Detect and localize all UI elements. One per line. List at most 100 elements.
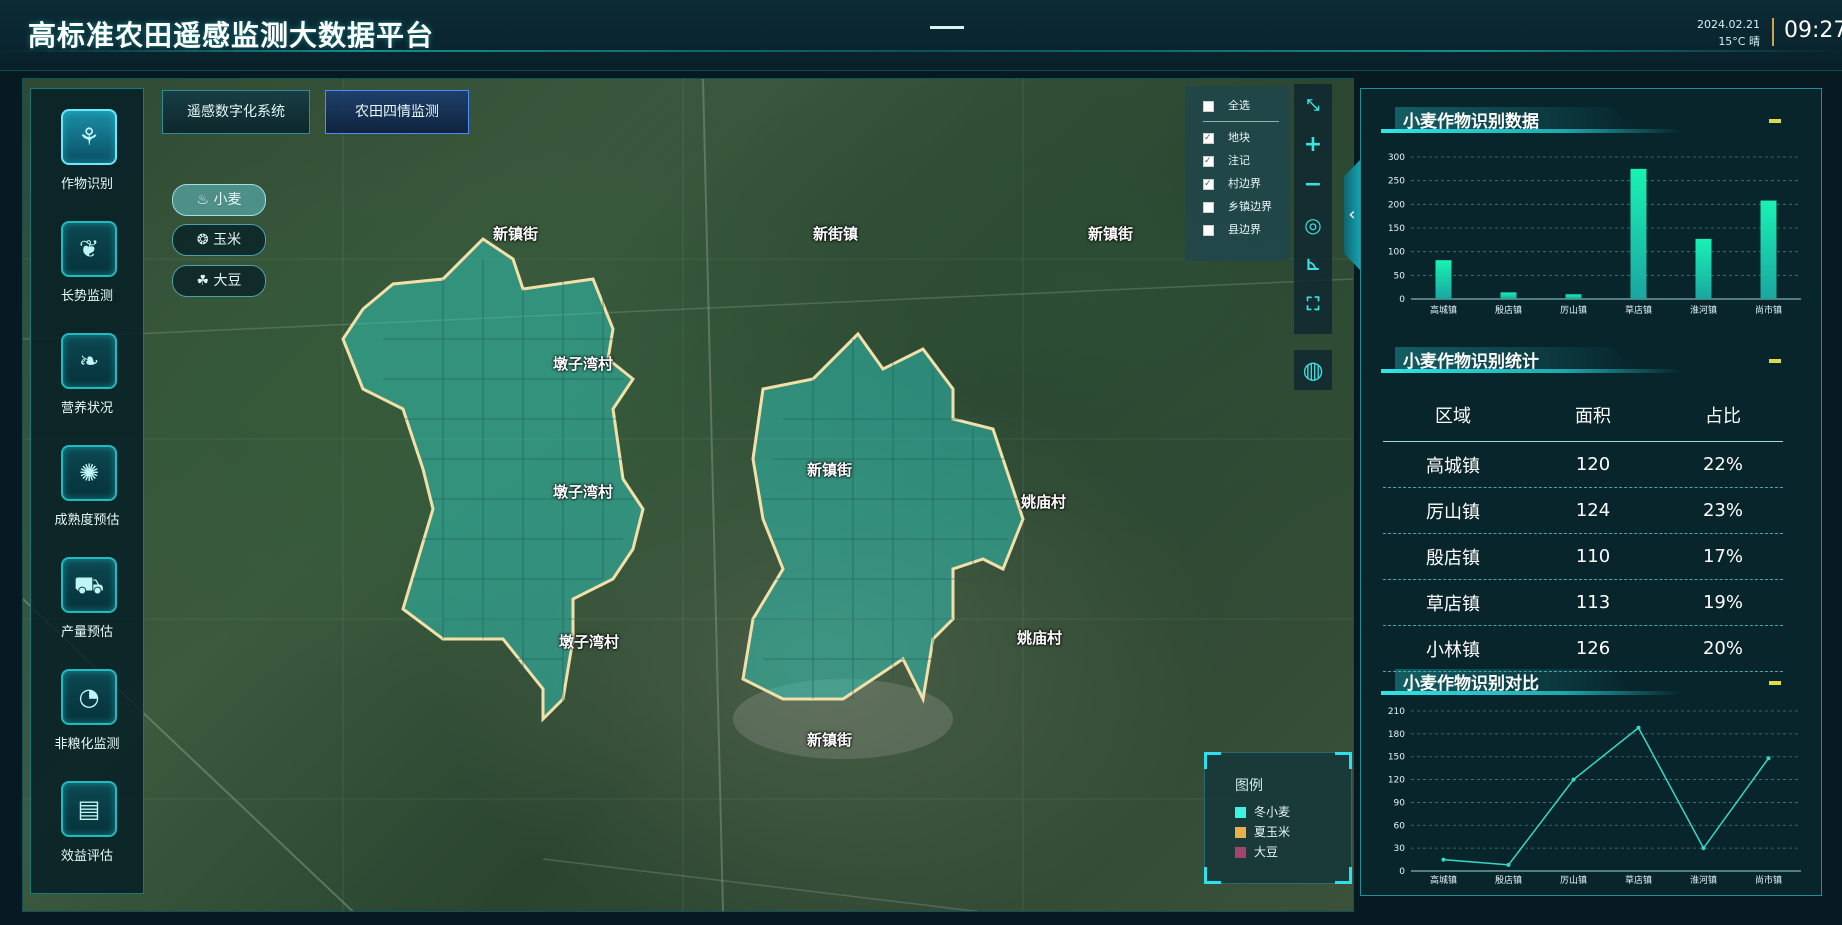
y-tick-label: 90 [1394, 798, 1406, 808]
x-tick-label: 高城镇 [1430, 304, 1457, 316]
map-legend: 图例 冬小麦 夏玉米 大豆 [1204, 752, 1352, 884]
x-tick-label: 厉山镇 [1560, 304, 1587, 316]
area-icon[interactable]: ⛶ [1294, 288, 1332, 322]
table-header-cell: 面积 [1575, 406, 1611, 427]
map-label: 新镇街 [1088, 225, 1134, 243]
crop-pill-corn[interactable]: ❂ 玉米 [172, 224, 266, 256]
map-label: 墩子湾村 [553, 483, 614, 501]
panel-title: 小麦作物识别对比 [1403, 674, 1539, 694]
table-cell: 113 [1575, 592, 1611, 613]
crop-pill-wheat[interactable]: ♨ 小麦 [172, 184, 266, 216]
layer-label: 乡镇边界 [1228, 200, 1272, 213]
locate-icon[interactable]: ◎ [1294, 208, 1332, 242]
nav-label: 作物识别 [60, 177, 113, 192]
map-toolbar: ⤡ + − ◎ ⊾ ⛶ [1294, 84, 1332, 334]
checkbox[interactable] [1203, 130, 1214, 146]
map-label: 新镇街 [807, 731, 853, 749]
x-tick-label: 殷店镇 [1495, 304, 1522, 316]
map-label: 姚庙村 [1021, 493, 1067, 511]
region-yaomiao [741, 331, 1025, 704]
map-label: 墩子湾村 [559, 633, 620, 651]
nav-label: 效益评估 [60, 849, 113, 864]
checkbox[interactable] [1203, 176, 1214, 192]
bar [1435, 260, 1452, 299]
nav-item-yield[interactable]: ⛟ 产量预估 [31, 537, 143, 647]
bar-chart: 0 50 100 150 200 250 300 高城镇 殷店镇 厉山镇 草店镇 淮河镇 尚市镇 [1388, 153, 1801, 316]
line-chart: 0 30 60 90 120 150 180 210 高城镇 殷店镇 厉山镇 草店镇 淮河镇 尚市镇 [1388, 707, 1801, 886]
nav-item-crop-recognition[interactable]: ⚘ 作物识别 [31, 89, 143, 199]
tab-rs-digitization[interactable]: 遥感数字化系统 [162, 90, 310, 134]
wheat-icon: ⚘ [61, 109, 117, 165]
table-row: 殷店镇 110 17% [1383, 534, 1783, 580]
y-tick-label: 150 [1388, 753, 1405, 763]
y-tick-label: 0 [1399, 867, 1405, 877]
bar [1500, 292, 1517, 299]
checkbox[interactable] [1203, 153, 1214, 169]
crop-pill-label: 小麦 [213, 192, 242, 208]
checkbox[interactable] [1203, 224, 1214, 236]
zoom-out-icon[interactable]: − [1294, 168, 1332, 202]
nav-item-maturity[interactable]: ✺ 成熟度预估 [31, 425, 143, 535]
table-cell: 23% [1702, 500, 1743, 521]
collapse-icon[interactable]: ⤡ [1294, 88, 1332, 122]
zoom-in-icon[interactable]: + [1294, 128, 1332, 162]
layer-row-village[interactable]: 村边界 [1203, 176, 1261, 192]
map-label: 墩子湾村 [553, 355, 614, 373]
x-tick-label: 殷店镇 [1495, 874, 1522, 886]
y-tick-label: 210 [1388, 707, 1405, 717]
x-tick-label: 高城镇 [1430, 874, 1457, 886]
layer-row-notes[interactable]: 注记 [1203, 153, 1250, 169]
layer-row-county[interactable]: 县边界 [1203, 222, 1261, 238]
y-tick-label: 0 [1399, 295, 1405, 305]
nav-label: 非粮化监测 [54, 737, 120, 752]
app-title: 高标准农田遥感监测大数据平台 [28, 19, 435, 52]
corn-icon: ❂ [196, 232, 209, 248]
table-cell: 厉山镇 [1426, 501, 1480, 523]
legend-swatch [1235, 807, 1246, 818]
table-header-cell: 区域 [1435, 406, 1471, 427]
data-point [1441, 857, 1446, 862]
panel-header: 小麦作物识别数据 [1381, 105, 1781, 139]
x-tick-label: 尚市镇 [1755, 304, 1782, 316]
nav-item-benefit[interactable]: ▤ 效益评估 [31, 761, 143, 871]
header-center-mark [930, 26, 964, 29]
y-tick-label: 300 [1388, 153, 1405, 163]
nav-label: 产量预估 [60, 625, 113, 640]
nav-label: 成熟度预估 [54, 513, 120, 528]
header-flag [1769, 119, 1781, 123]
layer-row-all[interactable]: 全选 [1203, 98, 1250, 114]
map-label: 姚庙村 [1017, 629, 1063, 647]
left-nav: ⚘ 作物识别 ❦ 长势监测 ❧ 营养状况 ✺ 成熟度预估 ⛟ 产量预估 ◔ 非粮… [30, 88, 144, 894]
globe-icon[interactable]: ◍ [1294, 350, 1332, 390]
panel-header: 小麦作物识别对比 [1381, 667, 1781, 701]
y-tick-label: 60 [1394, 821, 1406, 831]
sprout-icon: ❦ [61, 221, 117, 277]
table-header-cell: 占比 [1705, 406, 1741, 427]
table-cell: 17% [1702, 546, 1743, 567]
date-text: 2024.02.21 [1697, 18, 1760, 31]
y-tick-label: 100 [1388, 248, 1405, 258]
legend-title: 图例 [1235, 778, 1263, 794]
y-tick-label: 180 [1388, 730, 1405, 740]
table-cell: 120 [1575, 454, 1611, 475]
clock-separator [1772, 18, 1774, 46]
nav-item-nutrition[interactable]: ❧ 营养状况 [31, 313, 143, 423]
nav-item-growth[interactable]: ❦ 长势监测 [31, 201, 143, 311]
layer-row-township[interactable]: 乡镇边界 [1203, 199, 1272, 215]
bar [1630, 168, 1647, 299]
measure-icon[interactable]: ⊾ [1294, 248, 1332, 282]
x-tick-label: 草店镇 [1625, 874, 1652, 886]
checkbox[interactable] [1203, 201, 1214, 213]
tab-farmland-monitoring[interactable]: 农田四情监测 [325, 90, 469, 134]
cart-icon: ⛟ [61, 557, 117, 613]
crop-pill-soybean[interactable]: ☘ 大豆 [172, 265, 266, 297]
layer-label: 地块 [1228, 131, 1250, 144]
y-tick-label: 30 [1394, 844, 1406, 854]
layer-row-plots[interactable]: 地块 [1203, 130, 1250, 146]
legend-item: 大豆 [1235, 843, 1278, 860]
y-tick-label: 120 [1388, 776, 1405, 786]
nav-item-non-grain[interactable]: ◔ 非粮化监测 [31, 649, 143, 759]
header-bar: 高标准农田遥感监测大数据平台 2024.02.21 15°C 晴 09:27:5… [0, 0, 1842, 71]
checkbox[interactable] [1203, 100, 1214, 112]
bean-icon: ☘ [196, 273, 210, 289]
